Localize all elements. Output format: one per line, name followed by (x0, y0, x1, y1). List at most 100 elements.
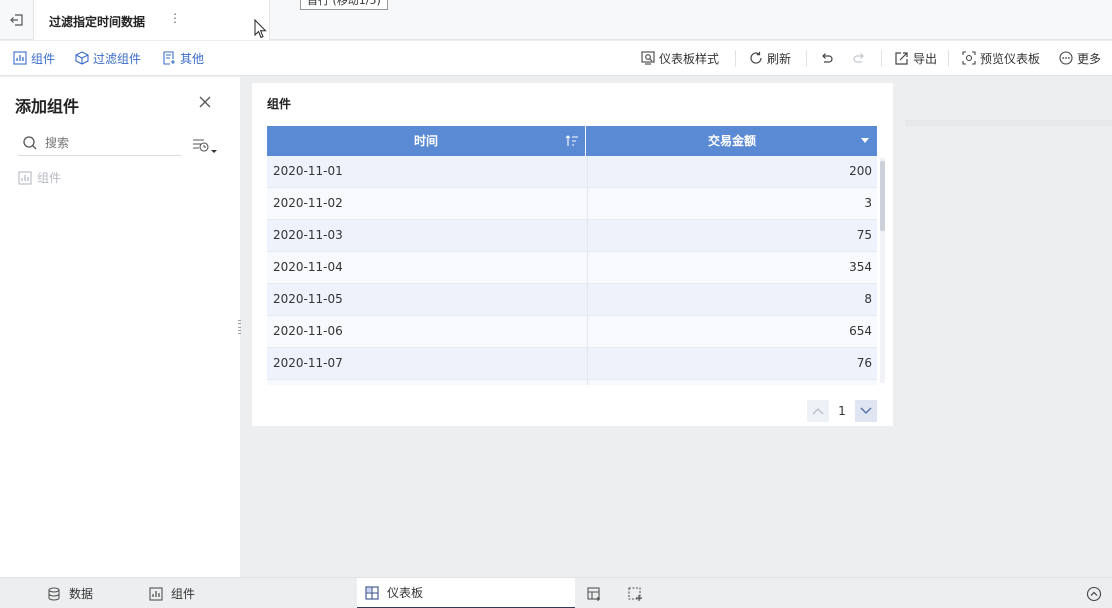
cell-time: 2020-11-05 (273, 292, 343, 306)
widget-title: 组件 (267, 97, 292, 111)
panel-resize-handle[interactable] (236, 320, 242, 334)
toolbar-divider (948, 50, 949, 67)
toolbar: 组件 过滤组件 其他 仪表板样式 刷新 导出 预览仪表板 更多 (0, 41, 1112, 76)
export-label: 导出 (913, 51, 938, 66)
cell-time: 2020-11-07 (273, 356, 343, 370)
mouse-cursor-icon (254, 18, 268, 42)
toolbar-divider (735, 50, 736, 67)
page-number: 1 (838, 404, 846, 418)
table-row[interactable]: 2020-11-05 8 (267, 284, 877, 316)
caret-down-icon[interactable] (861, 138, 869, 143)
cell-time: 2020-11-03 (273, 228, 343, 242)
toolbar-other-button[interactable]: 其他 (162, 49, 204, 67)
tab-more-icon[interactable]: ⋮ (169, 11, 181, 25)
toolbar-other-label: 其他 (180, 51, 205, 66)
chevron-down-icon (860, 407, 872, 414)
search-box (18, 132, 181, 156)
dashboard-icon (365, 585, 379, 600)
toolbar-filter-component-button[interactable]: 过滤组件 (75, 49, 141, 67)
preview-dashboard-label: 预览仪表板 (980, 51, 1041, 66)
cell-time: 2020-11-04 (273, 260, 343, 274)
table-row[interactable]: 2020-11-03 75 (267, 220, 877, 252)
preview-dashboard-button[interactable]: 预览仪表板 (962, 49, 1040, 67)
filter-sort-button[interactable] (192, 136, 220, 156)
preview-icon (962, 51, 976, 65)
search-input[interactable] (45, 134, 175, 152)
component-list-item-label: 组件 (37, 171, 62, 185)
component-list-item[interactable]: 组件 (18, 169, 61, 186)
refresh-label: 刷新 (767, 51, 792, 66)
chart-icon (149, 586, 163, 601)
column-header-time[interactable]: 时间 (267, 126, 586, 156)
cell-amount: 8 (587, 284, 872, 315)
table-row[interactable]: 2020-11-04 354 (267, 252, 877, 284)
refresh-icon (750, 51, 762, 64)
exit-icon[interactable] (6, 10, 28, 30)
table-scrollbar[interactable] (880, 158, 885, 383)
add-dashboard-icon[interactable] (585, 584, 605, 604)
cell-amount: 354 (587, 252, 872, 283)
add-component-icon[interactable] (626, 584, 646, 604)
toolbar-component-button[interactable]: 组件 (13, 49, 55, 67)
table-row[interactable] (267, 380, 877, 385)
cell-time: 2020-11-02 (273, 196, 343, 210)
column-header-time-label: 时间 (413, 134, 438, 148)
toolbar-filter-component-label: 过滤组件 (93, 51, 142, 66)
style-icon (641, 51, 655, 65)
redo-button[interactable] (852, 49, 866, 67)
table-row[interactable]: 2020-11-07 76 (267, 348, 877, 380)
table-row[interactable]: 2020-11-06 654 (267, 316, 877, 348)
doc-add-icon (163, 51, 175, 65)
cube-icon (75, 51, 89, 65)
undo-icon (822, 53, 833, 63)
table-row[interactable]: 2020-11-01 200 (267, 156, 877, 188)
panel-title: 添加组件 (15, 97, 80, 116)
cell-amount: 3 (587, 188, 872, 219)
cell-time (273, 380, 583, 385)
tab-dashboard[interactable]: 仪表板 (357, 578, 575, 608)
close-icon[interactable] (197, 94, 213, 110)
table-body: 2020-11-01 200 2020-11-02 3 2020-11-03 75 2020… (267, 156, 877, 385)
cell-amount (587, 380, 872, 385)
export-button[interactable]: 导出 (895, 49, 937, 67)
sort-ascending-icon[interactable] (565, 135, 579, 147)
next-page-button[interactable] (855, 400, 877, 422)
cell-amount: 654 (587, 316, 872, 347)
toolbar-divider (881, 50, 882, 67)
tab-data[interactable]: 数据 (47, 578, 93, 608)
export-icon (895, 52, 908, 65)
search-icon (23, 136, 37, 150)
data-table: 时间 交易金额 2020-11-01 200 2020-11-02 3 2020-11-… (267, 126, 877, 385)
more-button[interactable]: 更多 (1059, 49, 1101, 67)
dashboard-style-label: 仪表板样式 (659, 51, 720, 66)
table-widget[interactable]: 组件 时间 交易金额 2020-11-01 200 2020-11-02 3 2020-… (252, 83, 893, 426)
chevron-up-icon (812, 408, 824, 415)
tab-dashboard-label: 仪表板 (387, 586, 424, 600)
database-icon (48, 586, 60, 601)
prev-page-button[interactable] (807, 400, 829, 422)
scrollbar-thumb[interactable] (880, 161, 885, 231)
cell-amount: 75 (587, 220, 872, 251)
canvas-placeholder (905, 120, 1112, 126)
pagination: 1 (807, 400, 877, 422)
column-header-amount[interactable]: 交易金额 (587, 126, 877, 156)
more-icon (1059, 51, 1073, 65)
cell-amount: 76 (587, 348, 872, 379)
toolbar-divider (806, 50, 807, 67)
dashboard-tab-name: 过滤指定时间数据 (49, 15, 146, 29)
add-component-panel: 添加组件 组件 (0, 77, 240, 577)
undo-button[interactable] (820, 49, 834, 67)
refresh-button[interactable]: 刷新 (749, 49, 791, 67)
cell-time: 2020-11-01 (273, 164, 343, 178)
dashboard-tab[interactable]: 过滤指定时间数据 ⋮ (34, 0, 270, 40)
cell-time: 2020-11-06 (273, 324, 343, 338)
tab-component[interactable]: 组件 (149, 578, 195, 608)
table-row[interactable]: 2020-11-02 3 (267, 188, 877, 220)
chart-icon (13, 51, 27, 65)
chart-icon (18, 170, 32, 185)
collapse-up-icon[interactable] (1084, 584, 1104, 604)
dashboard-style-button[interactable]: 仪表板样式 (641, 49, 719, 67)
bottom-bar: 数据 组件 仪表板 (0, 577, 1112, 608)
more-label: 更多 (1077, 51, 1102, 66)
cell-amount: 200 (587, 156, 872, 187)
